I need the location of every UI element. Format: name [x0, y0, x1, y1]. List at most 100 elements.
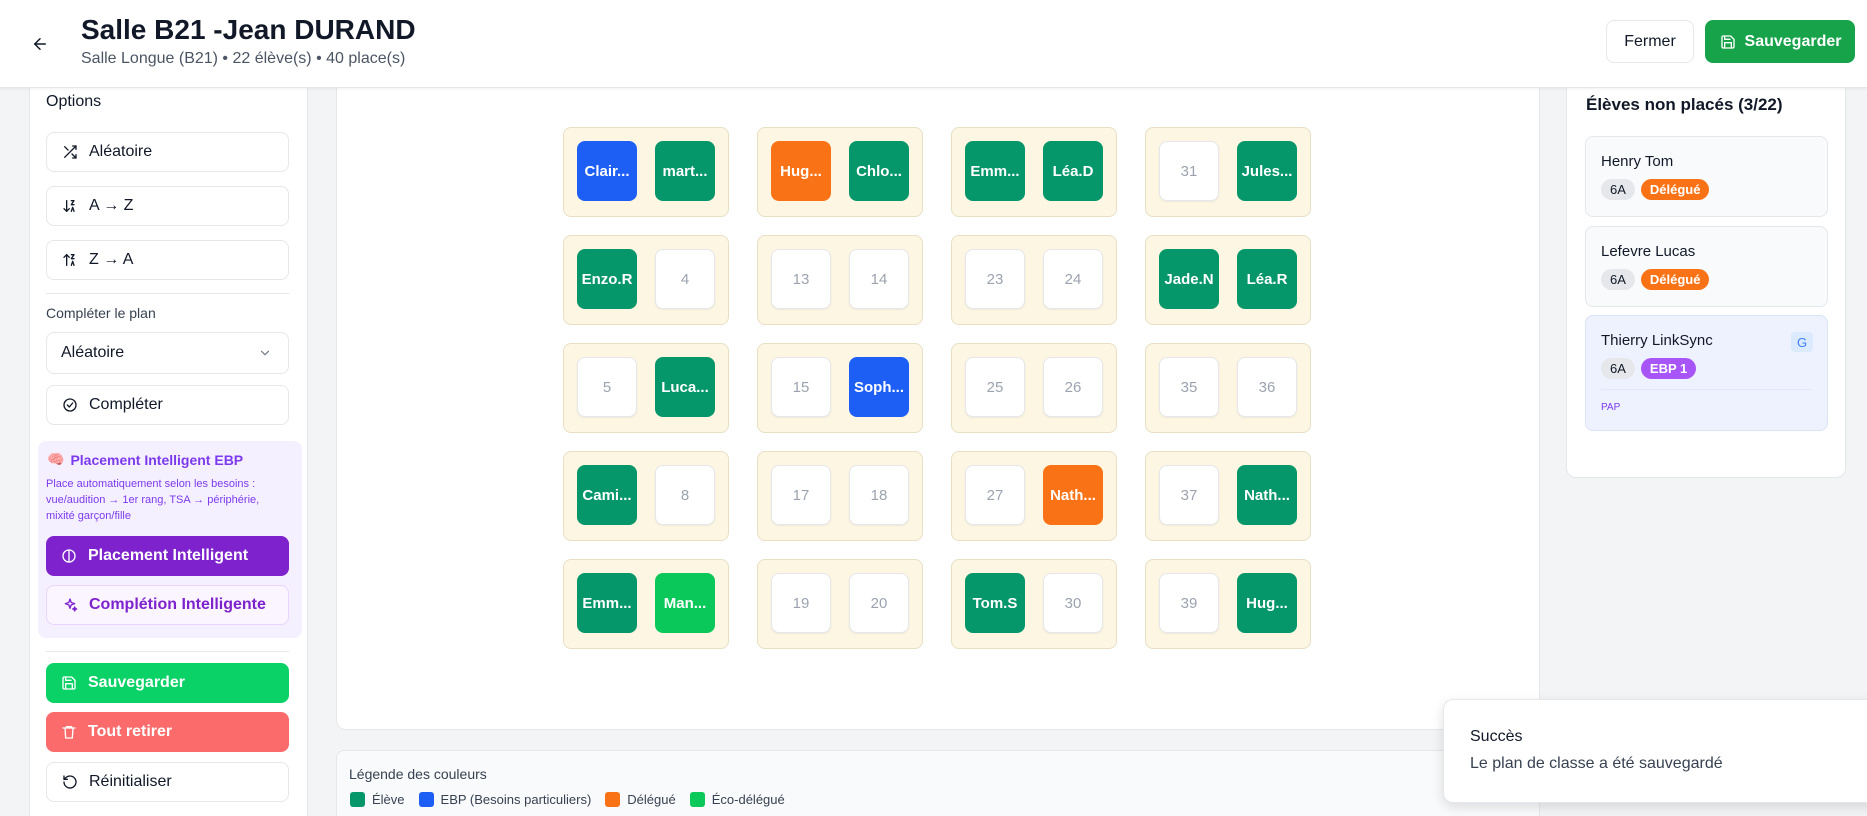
empty-seat[interactable]: 5: [577, 357, 637, 417]
sort-az-button[interactable]: A → Z: [46, 186, 289, 226]
brain-icon: 🧠: [47, 451, 65, 467]
seat-student[interactable]: Chlo...: [849, 141, 909, 201]
ebp-badge: EBP 1: [1640, 358, 1697, 379]
empty-seat[interactable]: 26: [1043, 357, 1103, 417]
seat-student[interactable]: Clair...: [577, 141, 637, 201]
empty-seat[interactable]: 8: [655, 465, 715, 525]
empty-seat[interactable]: 27: [965, 465, 1025, 525]
chevron-down-icon: [256, 344, 274, 362]
desk: 15 Soph...: [757, 343, 923, 433]
save-button-header[interactable]: Sauvegarder: [1705, 20, 1855, 63]
desk: Tom.S 30: [951, 559, 1117, 649]
student-card[interactable]: Thierry LinkSync G 6A EBP 1 PAP: [1585, 315, 1828, 431]
desk: Emm... Léa.D: [951, 127, 1117, 217]
reset-button[interactable]: Réinitialiser: [46, 762, 289, 802]
class-badge: 6A: [1601, 269, 1635, 290]
legend-swatch: [605, 792, 621, 807]
save-button-sidebar[interactable]: Sauvegarder: [46, 663, 289, 703]
remove-all-button[interactable]: Tout retirer: [46, 712, 289, 752]
sort-descending-icon: [61, 251, 79, 269]
random-sort-button[interactable]: Aléatoire: [46, 132, 289, 172]
seat-student[interactable]: Nath...: [1237, 465, 1297, 525]
legend-item-delegue: Délégué: [605, 792, 676, 807]
save-icon: [60, 674, 78, 692]
unplaced-title: Élèves non placés (3/22): [1586, 95, 1783, 114]
desk: Cami... 8: [563, 451, 729, 541]
seat-student[interactable]: Léa.D: [1043, 141, 1103, 201]
empty-seat[interactable]: 31: [1159, 141, 1219, 201]
student-card[interactable]: Henry Tom 6A Délégué: [1585, 136, 1828, 217]
save-sidebar-label: Sauvegarder: [88, 674, 185, 691]
empty-seat[interactable]: 18: [849, 465, 909, 525]
desk: 27 Nath...: [951, 451, 1117, 541]
desk: 17 18: [757, 451, 923, 541]
desk: Hug... Chlo...: [757, 127, 923, 217]
empty-seat[interactable]: 25: [965, 357, 1025, 417]
empty-seat[interactable]: 35: [1159, 357, 1219, 417]
seat-student[interactable]: Tom.S: [965, 573, 1025, 633]
sort-za-button[interactable]: Z → A: [46, 240, 289, 280]
ebp-description: Place automatiquement selon les besoins …: [46, 478, 260, 522]
legend-swatch: [350, 792, 365, 807]
random-sort-label: Aléatoire: [89, 143, 153, 160]
seat-student[interactable]: Enzo.R: [577, 249, 637, 309]
desk: Emm... Man...: [563, 559, 729, 649]
complete-mode-select[interactable]: Aléatoire: [46, 332, 289, 374]
remove-all-label: Tout retirer: [88, 723, 173, 740]
empty-seat[interactable]: 30: [1043, 573, 1103, 633]
desk: 35 36: [1145, 343, 1311, 433]
seat-student[interactable]: Jules...: [1237, 141, 1297, 201]
legend-label: EBP (Besoins particuliers): [440, 792, 592, 807]
empty-seat[interactable]: 17: [771, 465, 831, 525]
trash-icon: [60, 723, 78, 741]
student-tags: 6A Délégué: [1601, 269, 1710, 290]
empty-seat[interactable]: 23: [965, 249, 1025, 309]
class-badge: 6A: [1601, 179, 1635, 200]
seat-student[interactable]: Soph...: [849, 357, 909, 417]
empty-seat[interactable]: 19: [771, 573, 831, 633]
seat-student[interactable]: Emm...: [965, 141, 1025, 201]
empty-seat[interactable]: 14: [849, 249, 909, 309]
seat-student[interactable]: Nath...: [1043, 465, 1103, 525]
seat-student[interactable]: Cami...: [577, 465, 637, 525]
back-button[interactable]: [24, 28, 56, 60]
seat-student[interactable]: Hug...: [771, 141, 831, 201]
desk: Enzo.R 4: [563, 235, 729, 325]
gender-badge: G: [1791, 332, 1813, 352]
desk: 13 14: [757, 235, 923, 325]
smart-completion-button[interactable]: Complétion Intelligente: [46, 585, 289, 625]
empty-seat[interactable]: 4: [655, 249, 715, 309]
empty-seat[interactable]: 39: [1159, 573, 1219, 633]
empty-seat[interactable]: 24: [1043, 249, 1103, 309]
student-card[interactable]: Lefevre Lucas 6A Délégué: [1585, 226, 1828, 307]
complete-button[interactable]: Compléter: [46, 385, 289, 425]
seat-student[interactable]: Hug...: [1237, 573, 1297, 633]
legend-item-ebp: EBP (Besoins particuliers): [418, 792, 592, 807]
seat-student[interactable]: Luca...: [655, 357, 715, 417]
toast-message: Le plan de classe a été sauvegardé: [1470, 755, 1723, 772]
role-badge: Délégué: [1640, 179, 1710, 200]
seat-student[interactable]: mart...: [655, 141, 715, 201]
desk: Clair... mart...: [563, 127, 729, 217]
seat-student[interactable]: Man...: [655, 573, 715, 633]
success-toast: [1443, 699, 1867, 803]
sort-za-label: Z → A: [89, 251, 134, 268]
empty-seat[interactable]: 13: [771, 249, 831, 309]
student-name: Lefevre Lucas: [1601, 243, 1696, 260]
empty-seat[interactable]: 36: [1237, 357, 1297, 417]
legend-item-eleve: Élève: [350, 792, 405, 807]
empty-seat[interactable]: 15: [771, 357, 831, 417]
legend-label: Élève: [372, 792, 405, 807]
smart-placement-label: Placement Intelligent: [88, 547, 249, 564]
empty-seat[interactable]: 37: [1159, 465, 1219, 525]
seat-student[interactable]: Emm...: [577, 573, 637, 633]
seat-student[interactable]: Jade.N: [1159, 249, 1219, 309]
desk: 25 26: [951, 343, 1117, 433]
close-button[interactable]: Fermer: [1606, 20, 1694, 63]
smart-placement-button[interactable]: Placement Intelligent: [46, 536, 289, 576]
check-circle-icon: [61, 396, 79, 414]
legend-label: Délégué: [627, 792, 676, 807]
arrow-left-icon: [31, 35, 49, 53]
seat-student[interactable]: Léa.R: [1237, 249, 1297, 309]
empty-seat[interactable]: 20: [849, 573, 909, 633]
